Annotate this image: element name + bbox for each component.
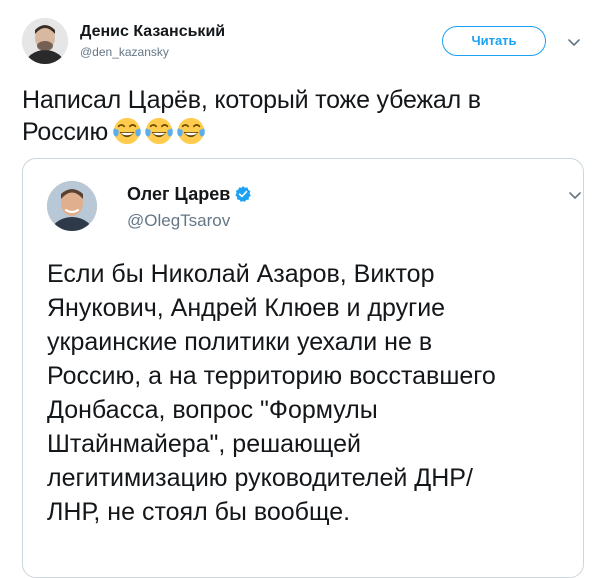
quoted-text-line: Янукович, Андрей Клюев и другие xyxy=(47,294,446,322)
quoted-text-line: Россию, а на территорию восставшего xyxy=(47,362,496,390)
quoted-text-line: Штайнмайера", решающей xyxy=(47,430,361,458)
quoted-author-handle[interactable]: @OlegTsarov xyxy=(127,211,230,231)
face-with-tears-of-joy-icon xyxy=(145,117,173,145)
tweet: Денис Казанський @den_kazansky Читать На… xyxy=(0,0,612,578)
quoted-tweet-card[interactable]: Олег Царев @OlegTsarov Если бы Николай А… xyxy=(22,158,584,578)
emoji-group xyxy=(112,116,208,154)
user-avatar-icon xyxy=(22,18,68,64)
quoted-text-line: украинские политики уехали не в xyxy=(47,328,433,356)
quoted-author-name-row: Олег Царев xyxy=(127,183,252,205)
tweet-text: Написал Царёв, который тоже убежал в Рос… xyxy=(22,84,592,154)
author-avatar[interactable] xyxy=(22,18,68,64)
chevron-down-icon[interactable] xyxy=(567,187,583,203)
quoted-author-avatar[interactable] xyxy=(47,181,97,231)
user-avatar-icon xyxy=(47,181,97,231)
quoted-text-line: ЛНР, не стоял бы вообще. xyxy=(47,498,351,526)
tweet-text-line: Написал Царёв, который тоже убежал в xyxy=(22,86,481,114)
quoted-author-name[interactable]: Олег Царев xyxy=(127,184,230,204)
quoted-text-line: легитимизацию руководителей ДНР/ xyxy=(47,464,473,492)
quoted-text-line: Если бы Николай Азаров, Виктор xyxy=(47,260,435,288)
chevron-down-icon[interactable] xyxy=(566,34,582,50)
author-name[interactable]: Денис Казанський xyxy=(80,22,225,42)
tweet-text-line-content: Россию xyxy=(22,118,108,146)
follow-button[interactable]: Читать xyxy=(442,26,546,56)
quoted-text-line: Донбасса, вопрос "Формулы xyxy=(47,396,378,424)
face-with-tears-of-joy-icon xyxy=(113,117,141,145)
quoted-tweet-text: Если бы Николай Азаров, Виктор Янукович,… xyxy=(47,257,577,529)
tweet-text-line: Россию xyxy=(22,116,592,154)
verified-badge-icon xyxy=(235,186,252,202)
face-with-tears-of-joy-icon xyxy=(177,117,205,145)
author-handle[interactable]: @den_kazansky xyxy=(80,44,169,60)
